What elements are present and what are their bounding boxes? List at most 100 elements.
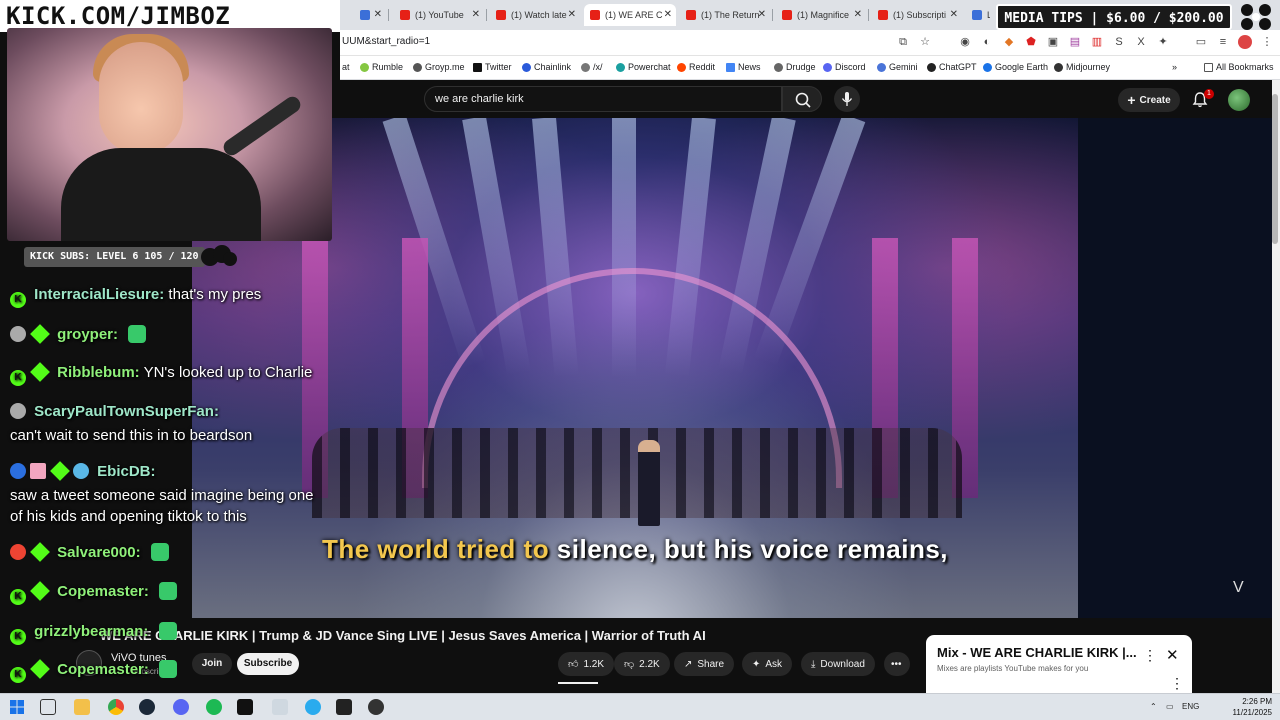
chat-username[interactable]: ScaryPaulTownSuperFan:: [34, 403, 219, 420]
close-tab-icon[interactable]: ✕: [854, 9, 862, 20]
bookmark-star-icon[interactable]: ☆: [918, 35, 932, 49]
tab-watch-later[interactable]: (1) Watch late ✕: [490, 4, 580, 26]
sidebar-icon[interactable]: ▭: [1194, 35, 1208, 49]
chat-username[interactable]: grizzlybearman:: [34, 623, 148, 640]
bookmark-item[interactable]: at: [342, 62, 350, 72]
metamask-icon[interactable]: ◆: [1002, 35, 1016, 49]
bookmark-discord[interactable]: Discord: [823, 62, 866, 72]
telegram-icon[interactable]: [305, 699, 321, 715]
close-tab-icon[interactable]: ✕: [472, 9, 480, 20]
chevron-down-icon[interactable]: V: [1233, 579, 1244, 597]
chat-username[interactable]: Salvare000:: [57, 544, 140, 561]
terminal-icon[interactable]: [237, 699, 253, 715]
discord-icon[interactable]: [173, 699, 189, 715]
extension-icon[interactable]: ◉: [958, 35, 972, 49]
more-vert-icon[interactable]: ⋮: [1143, 647, 1157, 664]
bookmark-groyp[interactable]: Groyp.me: [413, 62, 465, 72]
tab-the-return[interactable]: (1) The Return ✕: [680, 4, 770, 26]
media-icon[interactable]: ≡: [1216, 35, 1230, 49]
chevron-up-icon[interactable]: ⌃: [1150, 702, 1157, 711]
clock[interactable]: 2:26 PM 11/21/2025: [1233, 696, 1272, 718]
search-button[interactable]: [782, 86, 822, 112]
create-button[interactable]: + Create: [1118, 88, 1180, 112]
youtube-header: we are charlie kirk + Create 1: [340, 80, 1272, 118]
mix-playlist-card[interactable]: Mix - WE ARE CHARLIE KIRK |... Mixes are…: [926, 635, 1192, 693]
extension-icon[interactable]: ▥: [1090, 35, 1104, 49]
dislike-button[interactable]: 👎︎ 2.2K: [614, 652, 670, 676]
app-icon[interactable]: [336, 699, 352, 715]
extension-icon[interactable]: ▤: [1068, 35, 1082, 49]
video-side-area: [1078, 118, 1272, 618]
bookmark-news[interactable]: News: [726, 62, 761, 72]
close-tab-icon[interactable]: ✕: [950, 9, 958, 20]
voice-search-button[interactable]: [834, 86, 860, 112]
extension-icon[interactable]: S: [1112, 35, 1126, 49]
bookmark-gemini[interactable]: Gemini: [877, 62, 918, 72]
microphone-icon: [841, 92, 853, 106]
tab-subscriptions[interactable]: (1) Subscripti ✕: [872, 4, 962, 26]
more-vert-icon[interactable]: ⋮: [1170, 675, 1184, 692]
x-icon[interactable]: X: [1134, 35, 1148, 49]
chainlink-icon: [522, 62, 531, 72]
ask-button[interactable]: ✦ Ask: [742, 652, 793, 676]
close-tab-icon[interactable]: ✕: [568, 9, 576, 20]
share-button[interactable]: ↗ Share: [674, 652, 735, 676]
chrome-icon[interactable]: [108, 699, 124, 715]
steam-icon[interactable]: [139, 699, 155, 715]
task-view-icon[interactable]: [40, 699, 56, 715]
spotify-icon[interactable]: [206, 699, 222, 715]
tab-youtube[interactable]: (1) YouTube ✕: [394, 4, 484, 26]
shield-icon[interactable]: ⬟: [1024, 35, 1038, 49]
like-button[interactable]: 👍︎ 1.2K: [558, 652, 615, 676]
bookmark-powerchat[interactable]: Powerchat: [616, 62, 671, 72]
avatar[interactable]: [1228, 89, 1250, 111]
close-tab-icon[interactable]: ✕: [758, 9, 766, 20]
language-indicator[interactable]: ENG: [1182, 702, 1199, 711]
chat-username[interactable]: EbicDB:: [97, 463, 155, 480]
tab-magnificent[interactable]: (1) Magnifice ✕: [776, 4, 866, 26]
search-input[interactable]: we are charlie kirk: [424, 86, 782, 112]
tab-doc[interactable]: ✕: [354, 4, 386, 26]
bookmark-midjourney[interactable]: Midjourney: [1054, 62, 1110, 72]
mix-title[interactable]: Mix - WE ARE CHARLIE KIRK |...: [937, 645, 1137, 660]
scrollbar-thumb[interactable]: [1272, 94, 1278, 244]
network-icon[interactable]: ▭: [1166, 702, 1174, 711]
close-tab-icon[interactable]: ✕: [374, 9, 382, 20]
close-tab-icon[interactable]: ✕: [664, 9, 672, 20]
chat-username[interactable]: InterracialLiesure:: [34, 286, 164, 303]
bookmark-chainlink[interactable]: Chainlink: [522, 62, 571, 72]
tab-doc-2[interactable]: L: [966, 4, 990, 26]
extension-icon[interactable]: ◐: [980, 35, 994, 49]
chat-username[interactable]: Copemaster:: [57, 583, 149, 600]
all-bookmarks[interactable]: All Bookmarks: [1204, 62, 1274, 72]
download-button[interactable]: ⤓ Download: [801, 652, 875, 676]
menu-dots-icon[interactable]: ⋮: [1260, 35, 1274, 49]
cast-icon[interactable]: ⧉: [896, 35, 910, 49]
obs-icon[interactable]: [368, 699, 384, 715]
gift-badge-icon: [30, 463, 46, 479]
chat-username[interactable]: groyper:: [57, 326, 118, 343]
subscribe-button[interactable]: Subscribe: [237, 653, 299, 675]
profile-icon[interactable]: [1238, 35, 1252, 49]
chat-username[interactable]: Ribblebum:: [57, 364, 140, 381]
chat-username[interactable]: Copemaster:: [57, 661, 149, 678]
bookmark-twitter[interactable]: Twitter: [473, 62, 512, 72]
bookmark-google-earth[interactable]: Google Earth: [983, 62, 1048, 72]
close-icon[interactable]: ✕: [1166, 646, 1179, 664]
windows-start-icon[interactable]: [9, 699, 25, 715]
bookmark-reddit[interactable]: Reddit: [677, 62, 715, 72]
tab-we-are-charlie[interactable]: (1) WE ARE C ✕: [584, 4, 676, 26]
bookmarks-overflow[interactable]: »: [1172, 62, 1177, 72]
more-actions-button[interactable]: •••: [884, 652, 910, 676]
join-button[interactable]: Join: [192, 653, 232, 675]
app-icon[interactable]: [272, 699, 288, 715]
bookmark-chatgpt[interactable]: ChatGPT: [927, 62, 977, 72]
extension-icon[interactable]: ▣: [1046, 35, 1060, 49]
bookmark-drudge[interactable]: Drudge: [774, 62, 816, 72]
bookmark-x-board[interactable]: /x/: [581, 62, 603, 72]
file-explorer-icon[interactable]: [74, 699, 90, 715]
puzzle-icon[interactable]: ✦: [1156, 35, 1170, 49]
url-field[interactable]: UUM&start_radio=1: [342, 36, 430, 47]
page-scrollbar[interactable]: [1272, 80, 1280, 693]
bookmark-rumble[interactable]: Rumble: [360, 62, 403, 72]
